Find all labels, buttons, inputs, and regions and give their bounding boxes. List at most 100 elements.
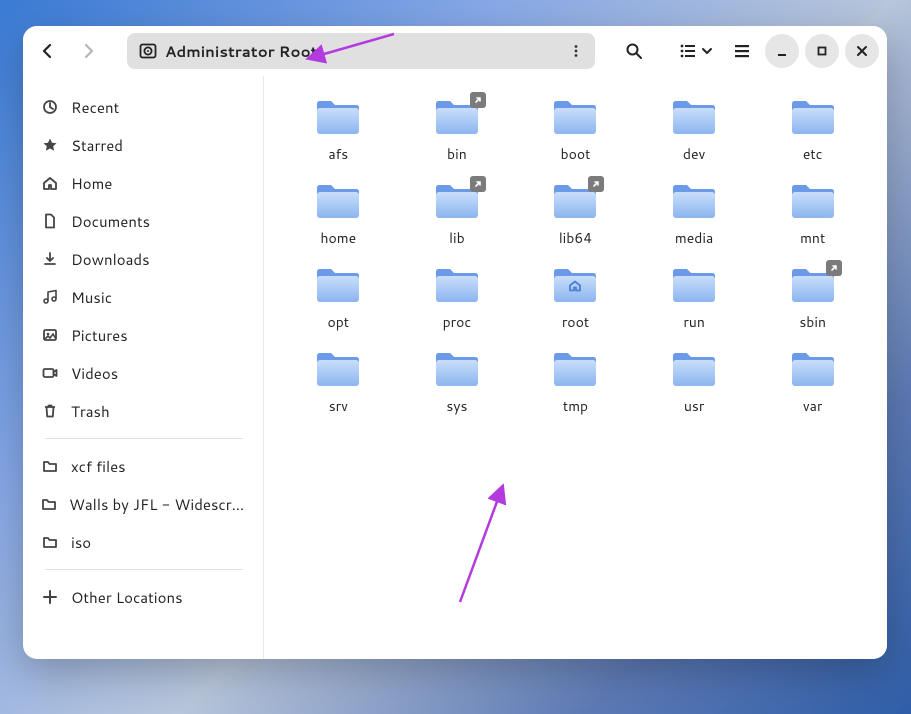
folder-label: mnt [800, 228, 825, 248]
search-button[interactable] [617, 34, 651, 68]
folder-label: sbin [799, 312, 826, 332]
sidebar-item-label: Walls by JFL - Widescreen (… [69, 494, 247, 515]
path-menu-button[interactable] [563, 38, 589, 64]
chevron-down-icon [701, 45, 713, 57]
sidebar-item-label: Other Locations [71, 587, 183, 608]
sidebar-item-music[interactable]: Music [31, 278, 257, 316]
folder-item[interactable]: root [521, 262, 630, 334]
file-manager-window: Administrator Root [23, 26, 887, 659]
folder-icon [552, 266, 598, 304]
close-icon [855, 44, 869, 58]
sidebar-item-label: Starred [71, 135, 123, 156]
sidebar-item-downloads[interactable]: Downloads [31, 240, 257, 278]
folder-item[interactable]: var [758, 346, 867, 418]
folder-item[interactable]: afs [284, 94, 393, 166]
sidebar-item-recent[interactable]: Recent [31, 88, 257, 126]
sidebar-item-starred[interactable]: Starred [31, 126, 257, 164]
folder-item[interactable]: etc [758, 94, 867, 166]
view-list-toggle[interactable] [673, 34, 719, 68]
main-menu-button[interactable] [725, 34, 759, 68]
chevron-right-icon [80, 43, 96, 59]
sidebar-item-label: Videos [71, 363, 118, 384]
sidebar-separator [45, 438, 243, 439]
list-view-icon [679, 42, 697, 60]
folder-label: tmp [563, 396, 588, 416]
sidebar-item-videos[interactable]: Videos [31, 354, 257, 392]
plus-icon [41, 588, 59, 606]
path-bar[interactable]: Administrator Root [127, 33, 595, 69]
folder-icon [790, 350, 836, 388]
maximize-button[interactable] [805, 34, 839, 68]
picture-icon [41, 326, 59, 344]
sidebar-bookmark[interactable]: xcf files [31, 447, 257, 485]
sidebar-item-label: Downloads [71, 249, 150, 270]
folder-item[interactable]: run [640, 262, 749, 334]
path-segment-label: Administrator Root [165, 41, 318, 62]
sidebar-separator [45, 569, 243, 570]
sidebar-item-pictures[interactable]: Pictures [31, 316, 257, 354]
folder-item[interactable]: mnt [758, 178, 867, 250]
folder-item[interactable]: sys [403, 346, 512, 418]
folder-item[interactable]: dev [640, 94, 749, 166]
sidebar-item-label: Home [71, 173, 112, 194]
folder-item[interactable]: srv [284, 346, 393, 418]
folder-label: proc [443, 312, 472, 332]
sidebar-item-label: Music [71, 287, 112, 308]
document-icon [41, 212, 59, 230]
sidebar-item-trash[interactable]: Trash [31, 392, 257, 430]
folder-icon [41, 533, 59, 551]
folder-icon [671, 182, 717, 220]
folder-label: boot [561, 144, 591, 164]
symlink-badge-icon [470, 176, 486, 192]
kebab-icon [569, 44, 583, 58]
symlink-badge-icon [588, 176, 604, 192]
folder-icon [434, 98, 480, 136]
folder-label: srv [329, 396, 348, 416]
folder-label: home [320, 228, 356, 248]
sidebar-other-locations[interactable]: Other Locations [31, 578, 257, 616]
folder-icon [790, 266, 836, 304]
folder-item[interactable]: bin [403, 94, 512, 166]
symlink-badge-icon [826, 260, 842, 276]
nav-back-button[interactable] [31, 34, 65, 68]
path-segment[interactable]: Administrator Root [139, 41, 318, 62]
sidebar-item-label: Documents [71, 211, 150, 232]
folder-item[interactable]: usr [640, 346, 749, 418]
folder-item[interactable]: lib64 [521, 178, 630, 250]
folder-icon [552, 98, 598, 136]
folder-icon [434, 266, 480, 304]
sidebar-item-home[interactable]: Home [31, 164, 257, 202]
close-button[interactable] [845, 34, 879, 68]
admin-disk-icon [139, 42, 157, 60]
folder-item[interactable]: sbin [758, 262, 867, 334]
nav-forward-button[interactable] [71, 34, 105, 68]
file-view[interactable]: afs bin boot dev etc home lib lib64media mnt opt p… [263, 76, 887, 659]
home-emblem-icon [568, 275, 582, 298]
folder-icon [315, 98, 361, 136]
headerbar: Administrator Root [23, 26, 887, 76]
folder-label: lib [449, 228, 465, 248]
folder-icon [552, 350, 598, 388]
folder-item[interactable]: tmp [521, 346, 630, 418]
folder-label: bin [447, 144, 467, 164]
sidebar-bookmark[interactable]: Walls by JFL - Widescreen (… [31, 485, 257, 523]
sidebar-item-label: Recent [71, 97, 119, 118]
folder-item[interactable]: proc [403, 262, 512, 334]
folder-item[interactable]: home [284, 178, 393, 250]
sidebar-item-documents[interactable]: Documents [31, 202, 257, 240]
folder-label: opt [327, 312, 349, 332]
sidebar-bookmark[interactable]: iso [31, 523, 257, 561]
folder-label: etc [803, 144, 823, 164]
folder-icon [671, 266, 717, 304]
clock-icon [41, 98, 59, 116]
folder-item[interactable]: media [640, 178, 749, 250]
minimize-button[interactable] [765, 34, 799, 68]
folder-item[interactable]: opt [284, 262, 393, 334]
folder-item[interactable]: boot [521, 94, 630, 166]
download-icon [41, 250, 59, 268]
trash-icon [41, 402, 59, 420]
maximize-icon [815, 44, 829, 58]
folder-item[interactable]: lib [403, 178, 512, 250]
music-icon [41, 288, 59, 306]
folder-icon [671, 350, 717, 388]
